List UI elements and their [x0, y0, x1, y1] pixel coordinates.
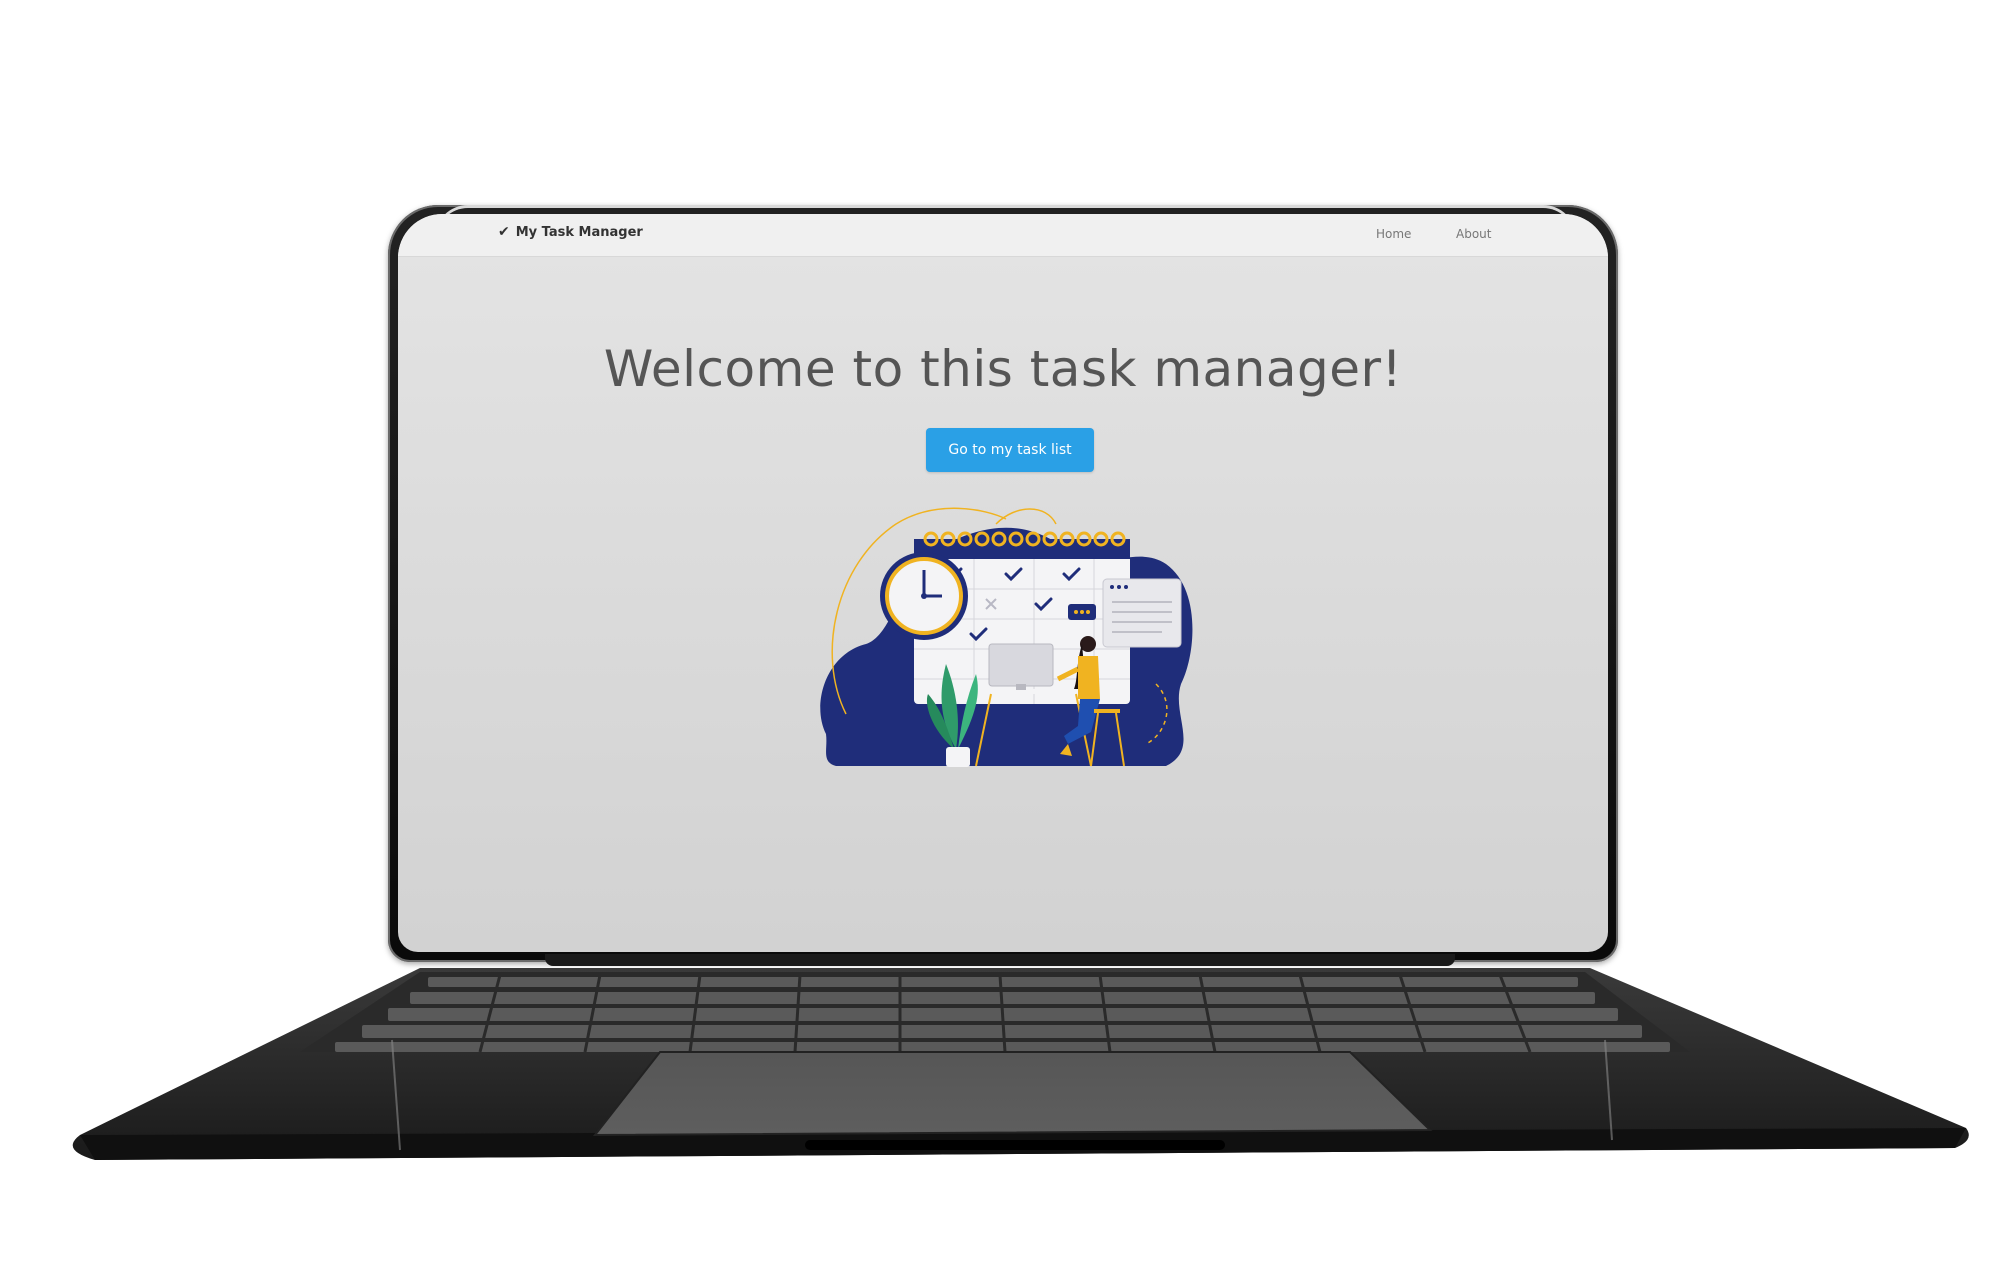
trackpad	[592, 1051, 1433, 1137]
go-to-task-list-button[interactable]: Go to my task list	[926, 428, 1094, 472]
laptop-notch	[805, 1140, 1225, 1150]
nav-link-about[interactable]: About	[1456, 227, 1491, 241]
page-title: Welcome to this task manager!	[603, 340, 1403, 398]
check-icon: ✔	[498, 224, 510, 240]
laptop-screen: ✔ My Task Manager Home About Welcome to …	[398, 214, 1608, 952]
brand-name: My Task Manager	[515, 224, 643, 240]
nav-link-home[interactable]: Home	[1376, 227, 1411, 241]
brand[interactable]: ✔ My Task Manager	[498, 224, 643, 240]
task-illustration	[820, 507, 1193, 767]
monitor-icon	[988, 643, 1054, 687]
laptop-mockup: ✔ My Task Manager Home About Welcome to …	[0, 0, 2000, 1275]
navbar: ✔ My Task Manager Home About	[398, 214, 1608, 257]
laptop-hinge	[545, 954, 1455, 966]
